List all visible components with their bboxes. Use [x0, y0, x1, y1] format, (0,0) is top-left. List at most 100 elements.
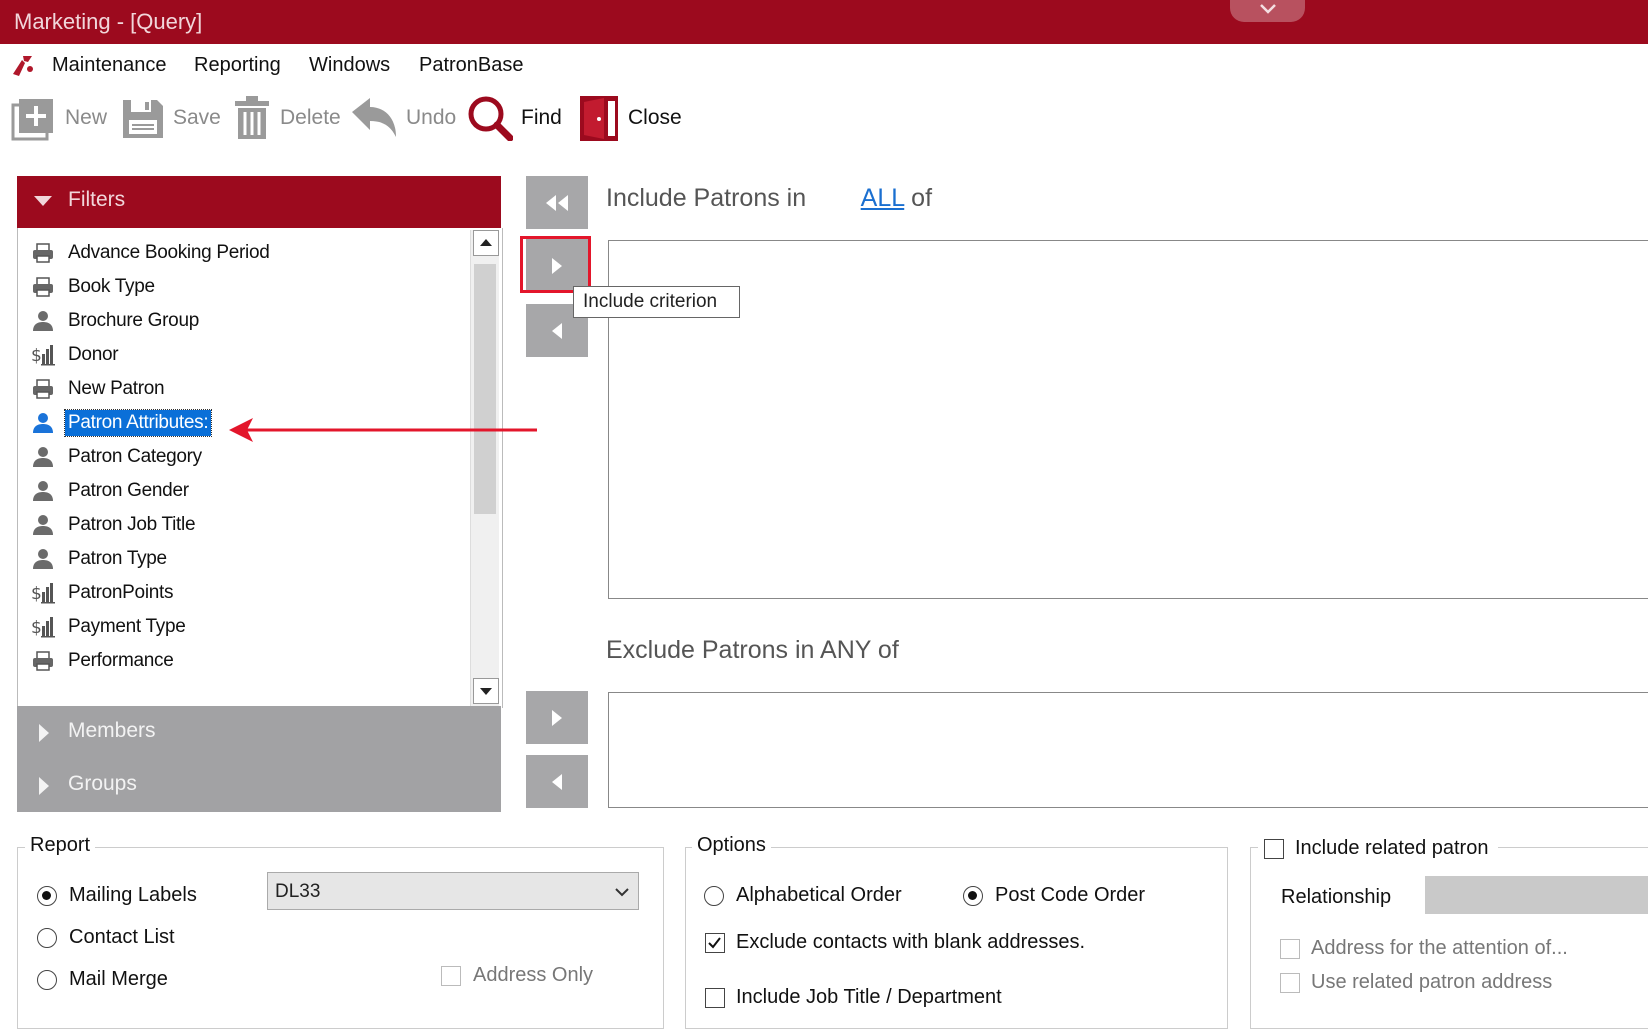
tooltip: Include criterion	[573, 286, 740, 318]
app-logo-icon[interactable]	[10, 52, 36, 83]
filter-item[interactable]: Patron Category	[18, 440, 205, 474]
menu-reporting[interactable]: Reporting	[194, 54, 281, 77]
scroll-down-button[interactable]	[473, 678, 499, 704]
exclude-blank-checkbox[interactable]	[705, 933, 725, 953]
filter-item[interactable]: $ PatronPoints	[18, 576, 176, 610]
filter-item-label: Patron Category	[68, 446, 202, 467]
collapsed-triangle-icon	[39, 724, 49, 742]
filters-scrollbar[interactable]	[470, 230, 499, 706]
contact-list-label[interactable]: Contact List	[69, 926, 175, 949]
scroll-up-button[interactable]	[473, 230, 499, 256]
filters-section-header[interactable]: Filters	[17, 176, 501, 228]
person-icon	[31, 445, 55, 469]
exclude-criteria-box[interactable]	[608, 692, 1648, 808]
delete-button[interactable]: Delete	[232, 92, 341, 144]
chevron-left-icon	[552, 773, 562, 790]
save-button[interactable]: Save	[121, 92, 221, 144]
door-icon	[580, 96, 618, 141]
find-button[interactable]: Find	[467, 92, 562, 144]
svg-text:$: $	[31, 346, 42, 366]
remove-exclude-button[interactable]	[526, 755, 588, 808]
alphabetical-order-label[interactable]: Alphabetical Order	[736, 884, 902, 907]
exclude-title: Exclude Patrons in ANY of	[606, 636, 899, 664]
scroll-up-icon	[480, 239, 492, 246]
filter-item-label: Patron Gender	[68, 480, 189, 501]
use-related-address-label[interactable]: Use related patron address	[1311, 971, 1552, 994]
mail-merge-label[interactable]: Mail Merge	[69, 968, 168, 991]
label-format-select[interactable]: DL33	[267, 872, 639, 910]
include-suffix: of	[911, 184, 933, 212]
filters-list: Advance Booking Period Book Type Brochure …	[17, 228, 503, 708]
expanded-triangle-icon	[34, 196, 52, 206]
include-mode-link[interactable]: ALL	[861, 184, 905, 212]
chevron-down-icon	[1260, 4, 1276, 14]
chevron-right-icon	[552, 709, 562, 726]
filter-item[interactable]: Patron Gender	[18, 474, 192, 508]
include-criteria-box[interactable]	[608, 240, 1648, 599]
filter-item[interactable]: Book Type	[18, 270, 158, 304]
filter-item[interactable]: Advance Booking Period	[18, 236, 272, 270]
filter-item[interactable]: Patron Job Title	[18, 508, 198, 542]
filter-item[interactable]: $ Donor	[18, 338, 121, 372]
mailing-labels-radio[interactable]	[37, 886, 57, 906]
filter-item[interactable]: Patron Type	[18, 542, 170, 576]
groups-section-header[interactable]: Groups	[17, 759, 501, 812]
annotation-arrow-icon	[229, 418, 537, 442]
filter-item[interactable]: Patron Attributes:	[18, 406, 213, 440]
checkmark-icon	[708, 937, 721, 949]
window-title: Marketing - [Query]	[14, 9, 203, 34]
filter-item-label: PatronPoints	[68, 582, 174, 603]
filter-item[interactable]: New Patron	[18, 372, 167, 406]
alphabetical-order-radio[interactable]	[704, 886, 724, 906]
relationship-label: Relationship	[1281, 886, 1392, 908]
new-icon	[11, 99, 53, 141]
person-icon	[31, 513, 55, 537]
filter-item-label: Donor	[68, 344, 119, 365]
include-job-title-label[interactable]: Include Job Title / Department	[736, 986, 1002, 1009]
attention-label[interactable]: Address for the attention of...	[1311, 937, 1568, 960]
include-title: Include Patrons in ALL of	[606, 184, 932, 213]
collapsed-triangle-icon	[39, 777, 49, 795]
relationship-select[interactable]	[1425, 876, 1648, 914]
person-icon	[31, 309, 55, 333]
contact-list-radio[interactable]	[37, 928, 57, 948]
attention-checkbox[interactable]	[1280, 939, 1300, 959]
post-code-order-radio[interactable]	[963, 886, 983, 906]
filter-item[interactable]: Performance	[18, 644, 176, 678]
include-related-label[interactable]: Include related patron	[1295, 837, 1488, 860]
menu-windows[interactable]: Windows	[309, 54, 390, 77]
include-prefix: Include Patrons in	[606, 184, 807, 212]
post-code-order-label[interactable]: Post Code Order	[995, 884, 1145, 907]
mail-merge-radio[interactable]	[37, 970, 57, 990]
new-button[interactable]: New	[11, 92, 107, 144]
filter-item[interactable]: $ Payment Type	[18, 610, 189, 644]
highlight-box	[520, 236, 591, 293]
address-only-checkbox[interactable]	[441, 966, 461, 986]
undo-button[interactable]: Undo	[350, 92, 456, 144]
filter-item-label: Book Type	[68, 276, 155, 297]
scroll-thumb[interactable]	[474, 264, 496, 514]
chevron-left-icon	[552, 322, 562, 339]
menu-patronbase[interactable]: PatronBase	[419, 54, 524, 77]
undo-label: Undo	[406, 106, 457, 129]
filter-item[interactable]: Brochure Group	[18, 304, 202, 338]
filter-item-label: Payment Type	[68, 616, 186, 637]
close-button[interactable]: Close	[578, 92, 682, 144]
include-related-checkbox[interactable]	[1264, 839, 1284, 859]
add-exclude-button[interactable]	[526, 691, 588, 744]
ribbon-toggle[interactable]	[1230, 0, 1305, 22]
filter-item-label: Patron Type	[68, 548, 167, 569]
include-job-title-checkbox[interactable]	[705, 988, 725, 1008]
address-only-label[interactable]: Address Only	[473, 964, 593, 987]
printer-icon	[31, 649, 55, 673]
mailing-labels-label[interactable]: Mailing Labels	[69, 884, 197, 907]
use-related-address-checkbox[interactable]	[1280, 973, 1300, 993]
report-legend: Report	[25, 834, 96, 857]
exclude-blank-label[interactable]: Exclude contacts with blank addresses.	[736, 931, 1085, 954]
person-icon	[31, 547, 55, 571]
printer-icon	[31, 241, 55, 265]
menu-maintenance[interactable]: Maintenance	[52, 54, 167, 77]
groups-title: Groups	[68, 772, 137, 795]
remove-all-include-button[interactable]	[526, 176, 588, 229]
members-section-header[interactable]: Members	[17, 706, 501, 759]
